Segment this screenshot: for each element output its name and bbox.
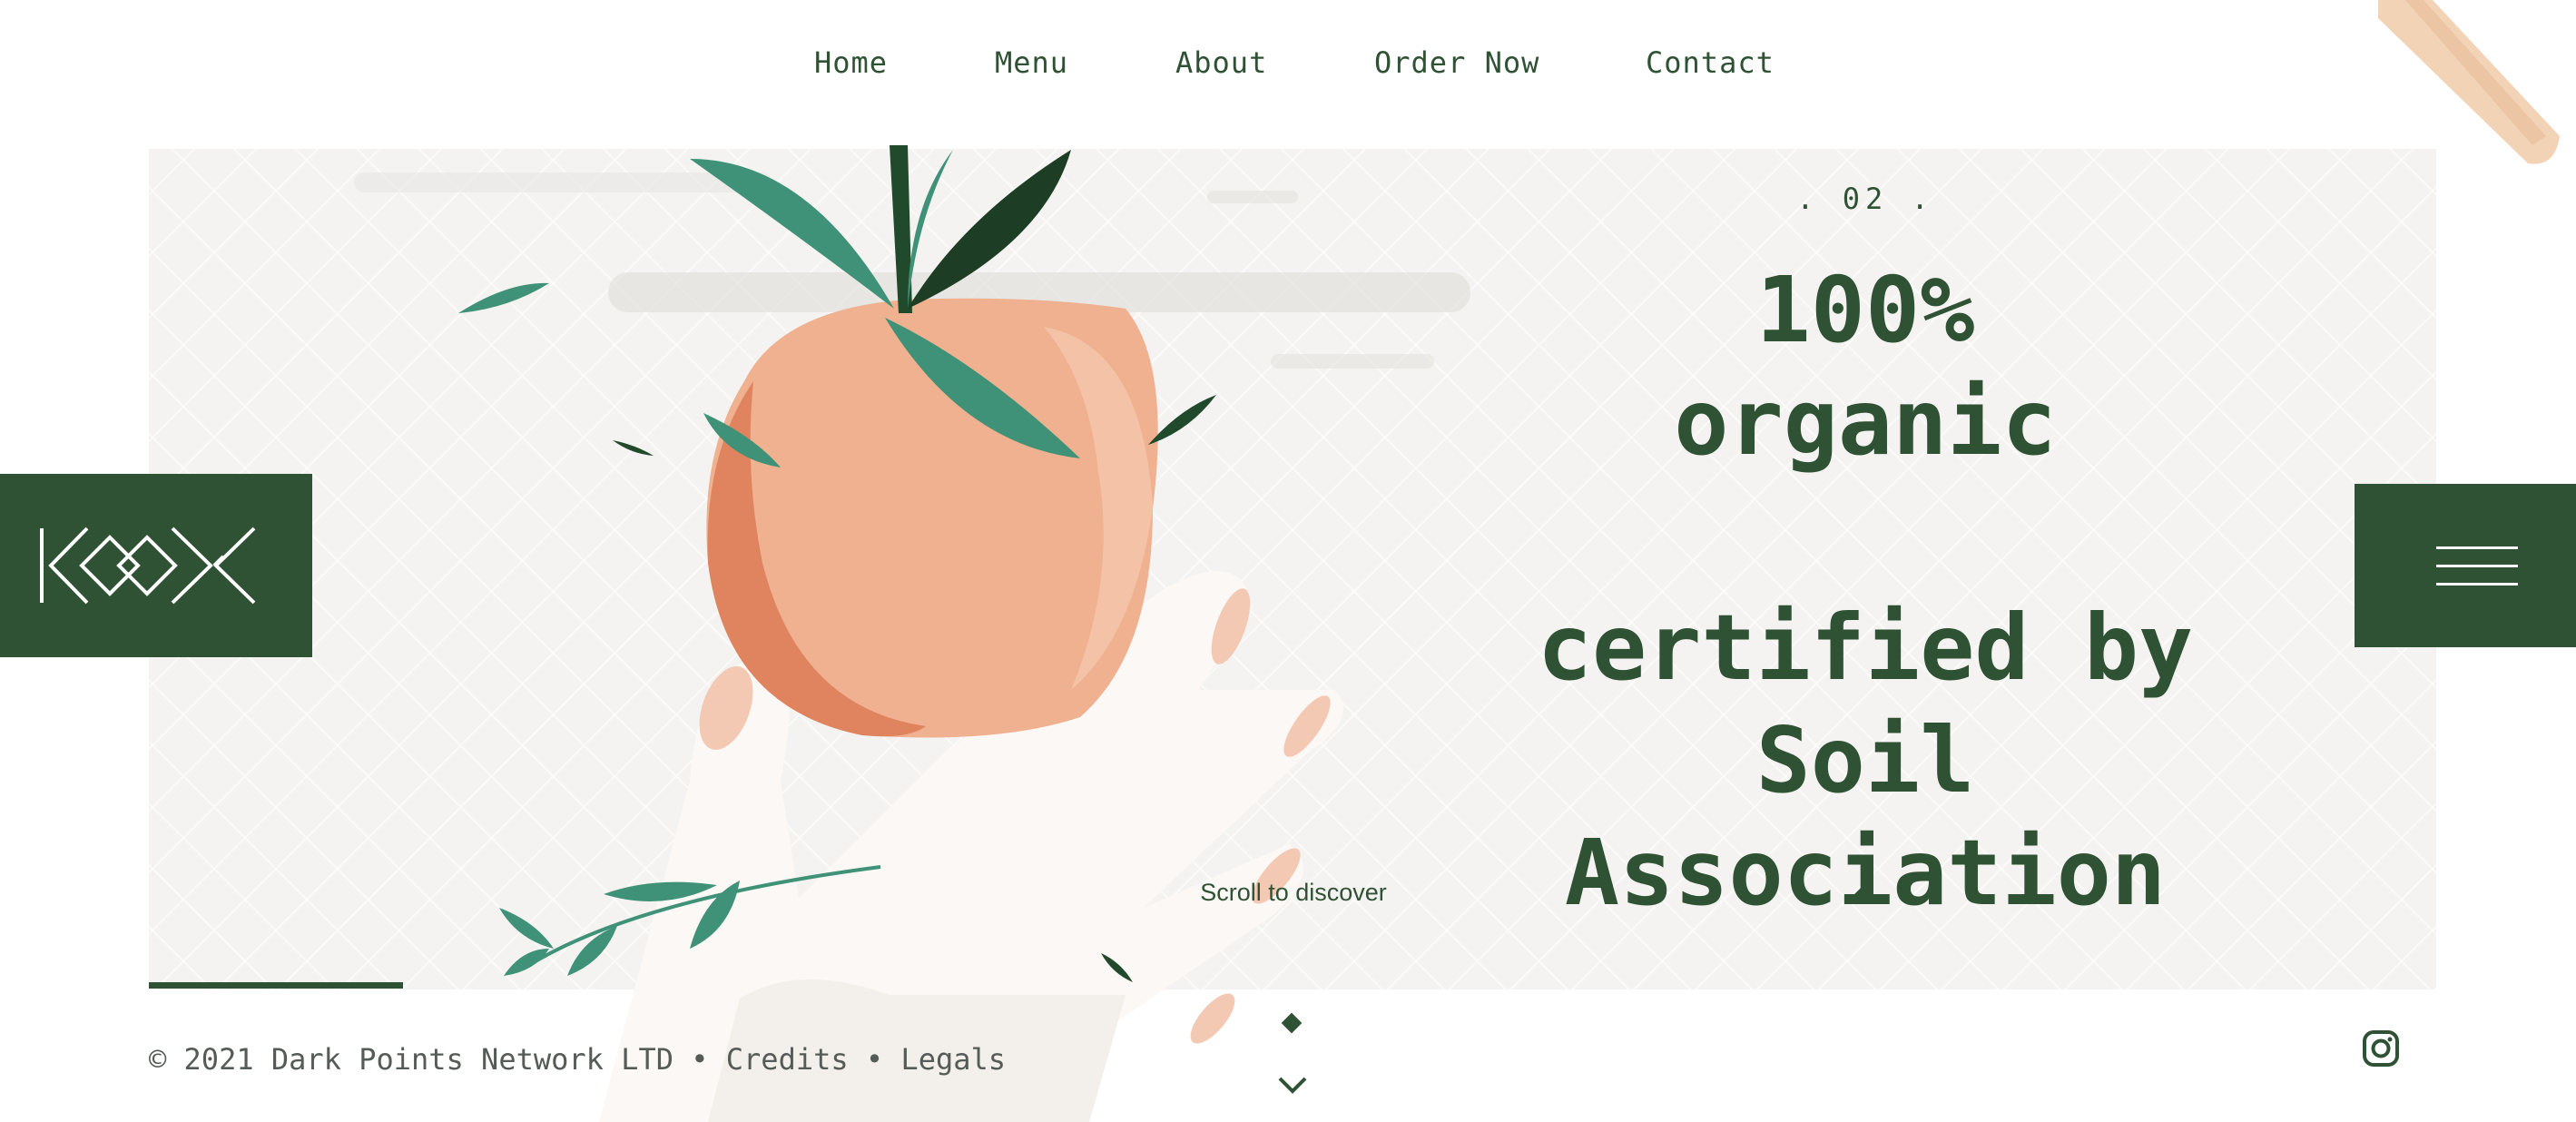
footer: © 2021 Dark Points Network LTD • Credits… [149,1042,1006,1077]
slide-progress-fill [149,982,403,989]
footer-credits-link[interactable]: Credits [726,1042,849,1077]
hamburger-menu-button[interactable] [2355,484,2576,647]
hero-panel: . 02 . 100% organic certified by Soil As… [149,149,2436,989]
slide-progress-track [149,982,1420,989]
chevron-down-icon[interactable] [1274,1071,1311,1098]
headline-spacer [1434,479,2296,592]
slide-index: . 02 . [1796,182,1934,216]
headline-line-1: 100% [1755,257,1975,363]
main-nav: Home Menu About Order Now Contact [0,45,2576,91]
hero-headline: 100% organic certified by Soil Associati… [1434,254,2296,930]
headline-line-5: Association [1564,820,2167,926]
scroll-to-discover-label[interactable]: Scroll to discover [1180,879,1407,907]
headline-line-3: certified by [1537,595,2194,701]
footer-legals-link[interactable]: Legals [900,1042,1006,1077]
headline-line-4: Soil [1755,707,1975,813]
footer-separator: • [691,1042,709,1077]
instagram-icon[interactable] [2362,1029,2400,1068]
footer-separator: • [865,1042,884,1077]
nav-about[interactable]: About [1175,45,1267,80]
nav-home[interactable]: Home [814,45,888,80]
nav-contact[interactable]: Contact [1646,45,1775,80]
koox-logo-icon [40,527,256,605]
slide-pager-dot[interactable] [1281,1012,1303,1034]
footer-copyright: © 2021 Dark Points Network LTD [149,1042,673,1077]
brand-logo[interactable] [0,474,312,657]
headline-line-2: organic [1674,369,2057,476]
nav-order-now[interactable]: Order Now [1374,45,1539,80]
nav-menu[interactable]: Menu [995,45,1068,80]
